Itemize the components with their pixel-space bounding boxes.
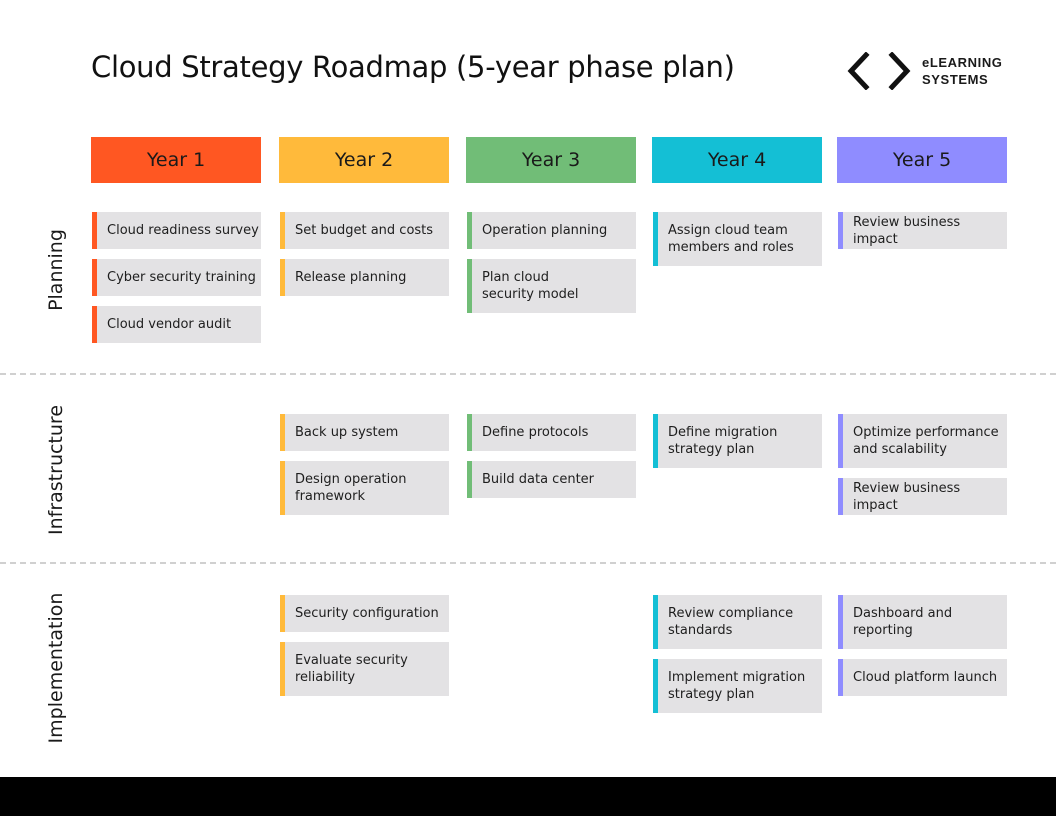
row-label-implementation: Implementation	[45, 592, 67, 744]
task-card[interactable]: Set budget and costs	[280, 212, 449, 249]
code-brackets-icon	[847, 52, 911, 90]
task-card[interactable]: Define protocols	[467, 414, 636, 451]
task-card[interactable]: Cloud vendor audit	[92, 306, 261, 343]
task-label: Review business impact	[853, 214, 961, 247]
task-card[interactable]: Cloud readiness survey	[92, 212, 261, 249]
task-card[interactable]: Assign cloud team members and roles	[653, 212, 822, 266]
task-label: Cloud readiness survey	[107, 223, 259, 238]
task-label: Dashboard and reporting	[853, 606, 953, 638]
task-card[interactable]: Review business impact	[838, 478, 1007, 515]
task-card[interactable]: Plan cloud security model	[467, 259, 636, 313]
card-accent-bar	[92, 306, 97, 343]
card-accent-bar	[280, 595, 285, 632]
card-accent-bar	[280, 461, 285, 515]
task-label: Cloud vendor audit	[107, 317, 232, 332]
row-label-infrastructure: Infrastructure	[45, 404, 67, 536]
row-divider	[0, 562, 1056, 564]
task-label: Define migration strategy plan	[668, 425, 778, 457]
card-accent-bar	[653, 595, 658, 649]
logo: eLEARNING SYSTEMS	[846, 52, 1003, 90]
task-label: Operation planning	[482, 223, 608, 238]
card-accent-bar	[838, 414, 843, 468]
page-title: Cloud Strategy Roadmap (5-year phase pla…	[91, 50, 735, 84]
task-card[interactable]: Define migration strategy plan	[653, 414, 822, 468]
task-label: Back up system	[295, 425, 399, 440]
task-card[interactable]: Optimize performance and scalability	[838, 414, 1007, 468]
card-accent-bar	[467, 212, 472, 249]
task-label: Design operation framework	[295, 472, 407, 504]
task-card[interactable]: Build data center	[467, 461, 636, 498]
row-divider	[0, 373, 1056, 375]
task-label: Release planning	[295, 270, 407, 285]
card-accent-bar	[467, 259, 472, 313]
card-accent-bar	[653, 212, 658, 266]
task-label: Review business impact	[853, 480, 961, 513]
card-accent-bar	[838, 659, 843, 696]
task-label: Security configuration	[295, 606, 439, 621]
card-accent-bar	[467, 414, 472, 451]
year-header-3: Year 3	[466, 137, 636, 183]
task-card[interactable]: Security configuration	[280, 595, 449, 632]
row-label-planning: Planning	[45, 229, 67, 311]
task-card[interactable]: Review compliance standards	[653, 595, 822, 649]
task-card[interactable]: Cloud platform launch	[838, 659, 1007, 696]
card-accent-bar	[838, 478, 843, 515]
task-card[interactable]: Review business impact	[838, 212, 1007, 249]
task-card[interactable]: Implement migration strategy plan	[653, 659, 822, 713]
task-card[interactable]: Dashboard and reporting	[838, 595, 1007, 649]
card-accent-bar	[280, 642, 285, 696]
logo-line1: eLEARNING	[922, 55, 1003, 70]
task-card[interactable]: Evaluate security reliability	[280, 642, 449, 696]
card-accent-bar	[280, 212, 285, 249]
task-label: Implement migration strategy plan	[668, 670, 806, 702]
task-card[interactable]: Back up system	[280, 414, 449, 451]
card-accent-bar	[280, 259, 285, 296]
card-accent-bar	[653, 659, 658, 713]
logo-line2: SYSTEMS	[922, 72, 989, 87]
task-label: Evaluate security reliability	[295, 653, 408, 685]
footer-bar	[0, 777, 1056, 816]
task-label: Cloud platform launch	[853, 670, 998, 685]
task-label: Optimize performance and scalability	[853, 425, 999, 457]
card-accent-bar	[653, 414, 658, 468]
task-card[interactable]: Operation planning	[467, 212, 636, 249]
card-accent-bar	[92, 259, 97, 296]
task-label: Plan cloud security model	[482, 270, 579, 302]
year-header-5: Year 5	[837, 137, 1007, 183]
task-label: Set budget and costs	[295, 223, 434, 238]
card-accent-bar	[467, 461, 472, 498]
card-accent-bar	[838, 595, 843, 649]
task-card[interactable]: Design operation framework	[280, 461, 449, 515]
task-card[interactable]: Cyber security training	[92, 259, 261, 296]
year-header-2: Year 2	[279, 137, 449, 183]
card-accent-bar	[280, 414, 285, 451]
task-label: Define protocols	[482, 425, 589, 440]
task-label: Build data center	[482, 472, 595, 487]
task-label: Assign cloud team members and roles	[668, 223, 794, 255]
year-header-1: Year 1	[91, 137, 261, 183]
task-label: Review compliance standards	[668, 606, 794, 638]
card-accent-bar	[838, 212, 843, 249]
card-accent-bar	[92, 212, 97, 249]
logo-text: eLEARNING SYSTEMS	[922, 54, 1003, 88]
year-header-4: Year 4	[652, 137, 822, 183]
task-card[interactable]: Release planning	[280, 259, 449, 296]
task-label: Cyber security training	[107, 270, 256, 285]
